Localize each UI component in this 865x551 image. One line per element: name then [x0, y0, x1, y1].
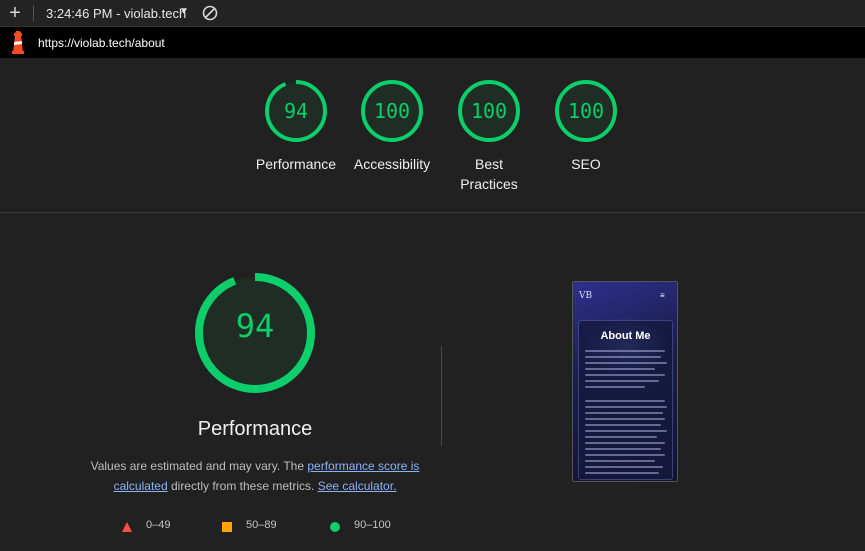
average-square-icon — [222, 522, 232, 532]
performance-section: 94 Performance Values are estimated and … — [90, 270, 420, 496]
legend-fail-label: 0–49 — [146, 519, 171, 531]
gauge-seo[interactable]: 100 SEO — [531, 78, 641, 174]
text-line — [585, 386, 645, 388]
caret-down-icon[interactable]: ▼ — [179, 6, 189, 17]
see-calculator-link[interactable]: See calculator. — [318, 479, 397, 493]
lighthouse-icon — [12, 31, 24, 54]
gauge-best-practices[interactable]: 100 Best Practices — [434, 78, 544, 194]
about-title: About Me — [600, 330, 651, 342]
text-line — [585, 448, 661, 450]
text-line — [585, 356, 661, 358]
performance-description: Values are estimated and may vary. The p… — [90, 456, 420, 496]
text-line — [585, 350, 665, 352]
text-line — [585, 418, 665, 420]
legend-average-label: 50–89 — [246, 519, 277, 531]
hamburger-icon: ≡ — [660, 291, 665, 300]
description-text: directly from these metrics. — [167, 479, 318, 493]
page-screenshot[interactable]: VB ≡ About Me — [572, 281, 678, 482]
performance-score: 94 — [235, 307, 275, 345]
performance-gauge: 94 — [192, 270, 318, 396]
text-line — [585, 472, 659, 474]
gauge-label: Best Practices — [460, 156, 518, 192]
gauge-score: 100 — [567, 99, 605, 123]
score-legend: 0–49 50–89 90–100 — [120, 519, 420, 535]
performance-title: Performance — [197, 418, 313, 440]
gauge-accessibility[interactable]: 100 Accessibility — [337, 78, 447, 174]
gauge-label: SEO — [571, 156, 601, 172]
text-line — [585, 380, 659, 382]
fail-triangle-icon — [122, 522, 132, 532]
text-line — [585, 368, 655, 370]
toolbar-divider — [33, 5, 34, 21]
text-line — [585, 374, 665, 376]
site-logo: VB — [579, 291, 593, 301]
text-line — [585, 362, 667, 364]
devtools-toolbar: + 3:24:46 PM - violab.tech ▼ — [0, 0, 865, 27]
section-divider — [441, 346, 442, 446]
score-gauges: 94 Performance 100 Accessibility 100 Bes… — [0, 58, 865, 213]
text-line — [585, 400, 665, 402]
gauge-label: Accessibility — [353, 156, 431, 172]
plus-icon[interactable]: + — [6, 2, 24, 24]
description-text: Values are estimated and may vary. The — [90, 459, 308, 473]
gauge-score: 100 — [470, 99, 508, 123]
text-line — [585, 406, 667, 408]
text-line — [585, 454, 665, 456]
pass-circle-icon — [330, 522, 340, 532]
text-line — [585, 424, 661, 426]
text-line — [585, 442, 665, 444]
block-icon[interactable] — [202, 5, 218, 21]
text-line — [585, 430, 667, 432]
report-selector[interactable]: 3:24:46 PM - violab.tech — [46, 6, 186, 21]
gauge-performance[interactable]: 94 Performance — [241, 78, 351, 174]
gauge-score: 100 — [373, 99, 411, 123]
url-bar: https://violab.tech/about — [0, 27, 865, 58]
gauge-label: Performance — [255, 156, 337, 172]
page-url[interactable]: https://violab.tech/about — [38, 36, 165, 50]
text-line — [585, 466, 663, 468]
text-line — [585, 412, 663, 414]
text-line — [585, 460, 655, 462]
legend-pass-label: 90–100 — [354, 519, 391, 531]
gauge-score: 94 — [283, 99, 309, 123]
text-line — [585, 436, 657, 438]
